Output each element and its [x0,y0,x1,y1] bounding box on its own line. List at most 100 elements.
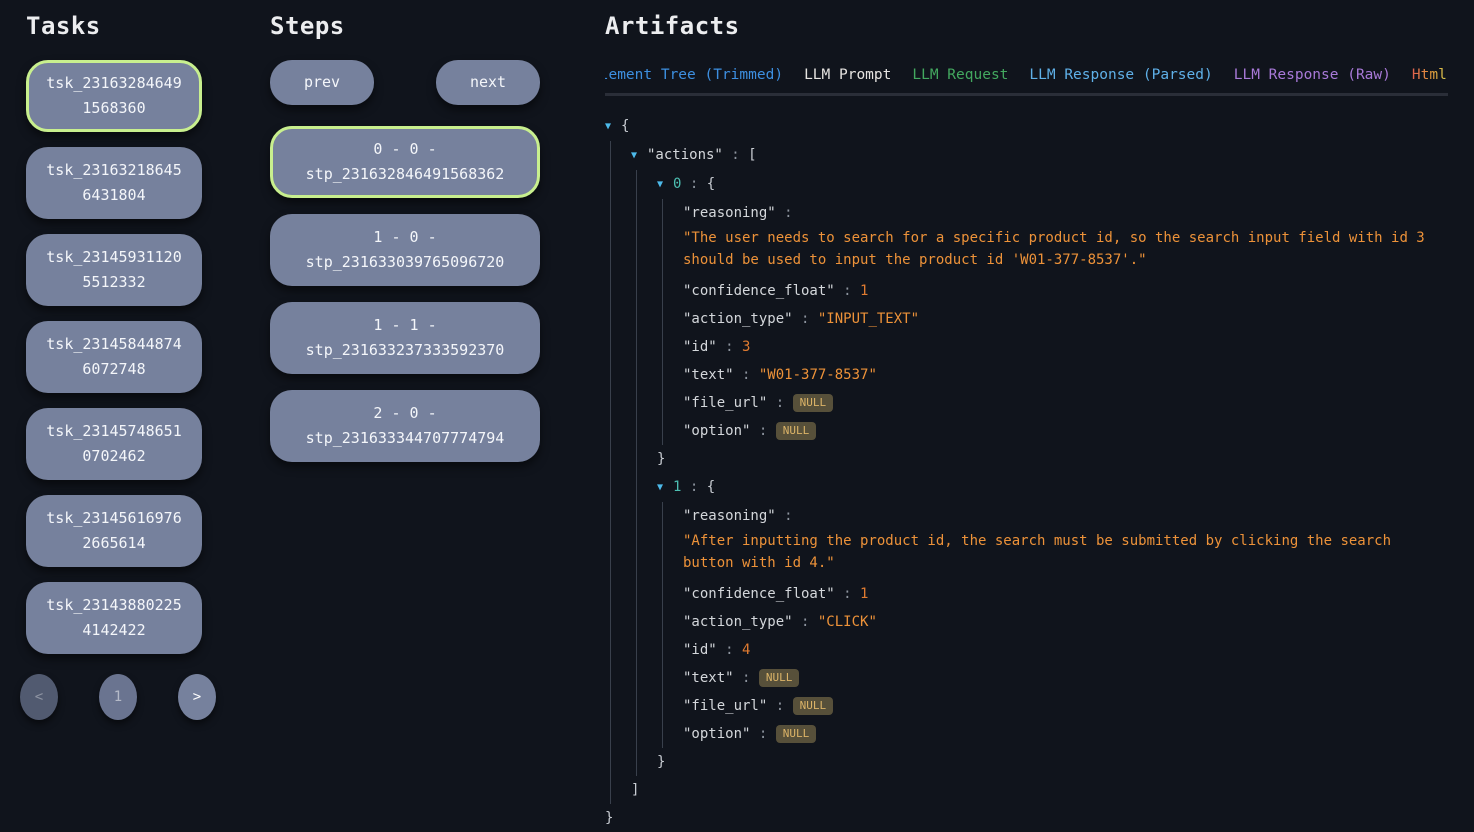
null-badge: NULL [776,422,817,440]
tasks-panel: Tasks tsk_231632846491568360 tsk_23163218… [26,12,222,720]
tree-children: "reasoning" :"After inputting the produc… [662,502,1448,748]
artifact-tab[interactable]: LLM Prompt [804,67,891,83]
steps-panel: Steps prev next 0 - 0 - stp_231632846491… [270,12,540,478]
json-key: "reasoning" [683,205,776,221]
open-bracket: { [621,118,629,134]
json-string-value: "W01-377-8537" [759,367,877,383]
tree-children: "reasoning" :"The user needs to search f… [662,199,1448,445]
steps-prev-button[interactable]: prev [270,60,374,105]
task-list: tsk_231632846491568360 tsk_23163218645643… [26,60,222,654]
pagination-page-button[interactable]: 1 [99,674,137,720]
json-key: "action_type" [683,311,793,327]
pagination-next-button[interactable]: > [178,674,216,720]
null-badge: NULL [776,725,817,743]
tree-row: ▼"actions" : [ [631,141,1448,170]
step-button[interactable]: 1 - 0 - stp_231633039765096720 [270,214,540,286]
tree-row: "action_type" : "INPUT_TEXT" [683,305,1448,333]
step-button[interactable]: 1 - 1 - stp_231633237333592370 [270,302,540,374]
artifacts-tabbar: Element Tree (Trimmed) LLM Prompt LLM Requ… [605,67,1448,96]
step-button[interactable]: 2 - 0 - stp_231633344707774794 [270,390,540,462]
tree-row: "option" : NULL [683,720,1448,748]
tree-row: ▼0 : { [657,170,1448,199]
close-bracket: } [605,810,613,826]
null-badge: NULL [759,669,800,687]
artifacts-panel: Artifacts Element Tree (Trimmed) LLM Prom… [605,12,1448,832]
json-number-value: 3 [742,339,750,355]
task-button[interactable]: tsk_231632846491568360 [26,60,202,132]
json-key: "text" [683,670,734,686]
tree-row: } [657,445,1448,473]
json-key: "action_type" [683,614,793,630]
tree-row: "text" : NULL [683,664,1448,692]
tree-row: "file_url" : NULL [683,389,1448,417]
tree-row: "option" : NULL [683,417,1448,445]
json-string-value: "CLICK" [818,614,877,630]
tree-row: "id" : 4 [683,636,1448,664]
json-key: "confidence_float" [683,283,835,299]
tree-row: "reasoning" : [683,502,1448,530]
close-bracket: } [657,451,665,467]
step-button[interactable]: 0 - 0 - stp_231632846491568362 [270,126,540,198]
steps-next-button[interactable]: next [436,60,540,105]
open-bracket: { [707,479,715,495]
chevron-down-icon[interactable]: ▼ [631,146,647,166]
task-button[interactable]: tsk_231456169762665614 [26,495,202,567]
artifacts-title: Artifacts [605,12,1448,40]
json-key: "actions" [647,147,723,163]
chevron-down-icon[interactable]: ▼ [657,175,673,195]
tree-row: "action_type" : "CLICK" [683,608,1448,636]
tree-row: "reasoning" : [683,199,1448,227]
tree-row: "id" : 3 [683,333,1448,361]
task-button[interactable]: tsk_231632186456431804 [26,147,202,219]
tree-row: "confidence_float" : 1 [683,580,1448,608]
steps-title: Steps [270,12,540,40]
json-tree-viewer: ▼{▼"actions" : [▼0 : {"reasoning" :"The … [605,112,1448,832]
json-key: "reasoning" [683,508,776,524]
task-button[interactable]: tsk_231457486510702462 [26,408,202,480]
tree-row: } [605,804,1448,832]
json-key: "option" [683,726,750,742]
pagination-prev-button[interactable]: < [20,674,58,720]
open-bracket: [ [748,147,756,163]
tree-row: "file_url" : NULL [683,692,1448,720]
artifact-tab[interactable]: LLM Response (Raw) [1234,67,1391,83]
json-key: "id" [683,339,717,355]
tasks-title: Tasks [26,12,222,40]
chevron-down-icon[interactable]: ▼ [657,478,673,498]
json-key: "confidence_float" [683,586,835,602]
tree-row: "text" : "W01-377-8537" [683,361,1448,389]
artifact-tab[interactable]: LLM Request [912,67,1008,83]
json-number-value: 4 [742,642,750,658]
json-number-value: 1 [860,586,868,602]
close-bracket: } [657,754,665,770]
tasks-pagination: < 1 > [20,674,216,720]
artifact-tab[interactable]: Html (Raw) [1412,67,1448,83]
chevron-down-icon[interactable]: ▼ [605,117,621,137]
json-number-value: 1 [860,283,868,299]
json-string-value: "After inputting the product id, the sea… [683,530,1428,578]
artifact-tab[interactable]: Element Tree (Trimmed) [605,67,783,83]
steps-nav: prev next [270,60,540,105]
tree-row: ▼1 : { [657,473,1448,502]
task-button[interactable]: tsk_231438802254142422 [26,582,202,654]
json-string-value: "INPUT_TEXT" [818,311,919,327]
tree-row: ▼{ [605,112,1448,141]
json-key: "text" [683,367,734,383]
close-bracket: ] [631,782,639,798]
tree-children: ▼"actions" : [▼0 : {"reasoning" :"The us… [610,141,1448,804]
task-button[interactable]: tsk_231459311205512332 [26,234,202,306]
null-badge: NULL [793,697,834,715]
tree-children: ▼0 : {"reasoning" :"The user needs to se… [636,170,1448,776]
artifact-tab[interactable]: LLM Response (Parsed) [1029,67,1212,83]
tree-row: "confidence_float" : 1 [683,277,1448,305]
null-badge: NULL [793,394,834,412]
json-key: "id" [683,642,717,658]
json-key: "option" [683,423,750,439]
tree-row: } [657,748,1448,776]
json-key: "file_url" [683,395,767,411]
open-bracket: { [707,176,715,192]
task-button[interactable]: tsk_231458448746072748 [26,321,202,393]
json-key: "file_url" [683,698,767,714]
json-string-value: "The user needs to search for a specific… [683,227,1428,275]
step-list: 0 - 0 - stp_231632846491568362 1 - 0 - st… [270,126,540,462]
